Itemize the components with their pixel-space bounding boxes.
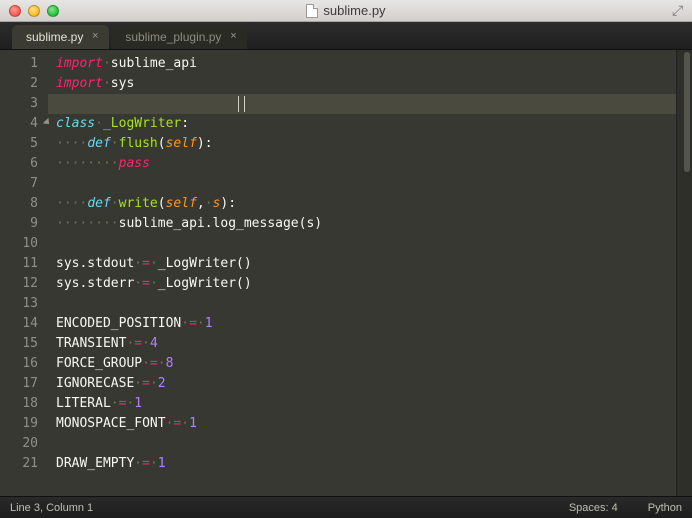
- code-line[interactable]: ········sublime_api.log_message(s): [48, 214, 676, 234]
- line-number[interactable]: 19: [0, 414, 48, 434]
- line-number[interactable]: 1: [0, 54, 48, 74]
- line-number[interactable]: 10: [0, 234, 48, 254]
- status-bar: Line 3, Column 1 Spaces: 4 Python: [0, 496, 692, 518]
- line-number[interactable]: 6: [0, 154, 48, 174]
- code-line[interactable]: MONOSPACE_FONT·=·1: [48, 414, 676, 434]
- titlebar[interactable]: sublime.py ⤢: [0, 0, 692, 22]
- code-line[interactable]: [48, 294, 676, 314]
- text-cursor: [238, 96, 245, 112]
- zoom-icon[interactable]: [47, 5, 59, 17]
- line-number[interactable]: 11: [0, 254, 48, 274]
- code-line[interactable]: ENCODED_POSITION·=·1: [48, 314, 676, 334]
- code-line[interactable]: ····def·flush(self):: [48, 134, 676, 154]
- line-number[interactable]: 2: [0, 74, 48, 94]
- code-line[interactable]: sys.stdout·=·_LogWriter(): [48, 254, 676, 274]
- tab-bar: sublime.py × sublime_plugin.py ×: [0, 22, 692, 50]
- code-line[interactable]: FORCE_GROUP·=·8: [48, 354, 676, 374]
- code-line[interactable]: [48, 234, 676, 254]
- code-line[interactable]: ····def·write(self,·s):: [48, 194, 676, 214]
- line-number[interactable]: 3: [0, 94, 48, 114]
- line-number[interactable]: 14: [0, 314, 48, 334]
- line-number[interactable]: 13: [0, 294, 48, 314]
- line-number[interactable]: 21: [0, 454, 48, 474]
- scrollbar-thumb[interactable]: [684, 52, 690, 172]
- code-line[interactable]: DRAW_EMPTY·=·1: [48, 454, 676, 474]
- line-number[interactable]: 16: [0, 354, 48, 374]
- code-line[interactable]: [48, 94, 676, 114]
- line-number[interactable]: 8: [0, 194, 48, 214]
- fullscreen-icon[interactable]: ⤢: [672, 4, 686, 18]
- line-number[interactable]: 7: [0, 174, 48, 194]
- code-line[interactable]: TRANSIENT·=·4: [48, 334, 676, 354]
- code-line[interactable]: class·_LogWriter:: [48, 114, 676, 134]
- code-line[interactable]: import·sys: [48, 74, 676, 94]
- status-indent[interactable]: Spaces: 4: [569, 502, 618, 514]
- line-number[interactable]: 12: [0, 274, 48, 294]
- code-line[interactable]: [48, 174, 676, 194]
- app-window: sublime.py ⤢ sublime.py × sublime_plugin…: [0, 0, 692, 518]
- code-line[interactable]: IGNORECASE·=·2: [48, 374, 676, 394]
- code-line[interactable]: ········pass: [48, 154, 676, 174]
- code-line[interactable]: LITERAL·=·1: [48, 394, 676, 414]
- line-number[interactable]: 5: [0, 134, 48, 154]
- tab-sublime-plugin-py[interactable]: sublime_plugin.py ×: [111, 25, 247, 49]
- line-number[interactable]: 4: [0, 114, 48, 134]
- line-number-gutter[interactable]: 123456789101112131415161718192021: [0, 50, 48, 496]
- traffic-lights: [0, 5, 59, 17]
- line-number[interactable]: 20: [0, 434, 48, 454]
- minimize-icon[interactable]: [28, 5, 40, 17]
- editor-area: 123456789101112131415161718192021 import…: [0, 50, 692, 496]
- line-number[interactable]: 15: [0, 334, 48, 354]
- tab-sublime-py[interactable]: sublime.py ×: [12, 25, 109, 49]
- close-icon[interactable]: ×: [227, 30, 239, 42]
- document-icon: [306, 4, 318, 18]
- line-number[interactable]: 17: [0, 374, 48, 394]
- close-icon[interactable]: [9, 5, 21, 17]
- code-line[interactable]: [48, 434, 676, 454]
- window-title: sublime.py: [0, 3, 692, 18]
- code-line[interactable]: import·sublime_api: [48, 54, 676, 74]
- scrollbar[interactable]: [676, 50, 692, 496]
- status-language[interactable]: Python: [648, 502, 682, 514]
- window-title-text: sublime.py: [323, 3, 385, 18]
- code-line[interactable]: sys.stderr·=·_LogWriter(): [48, 274, 676, 294]
- close-icon[interactable]: ×: [89, 30, 101, 42]
- line-number[interactable]: 18: [0, 394, 48, 414]
- line-number[interactable]: 9: [0, 214, 48, 234]
- tab-label: sublime_plugin.py: [125, 30, 221, 44]
- tab-label: sublime.py: [26, 30, 83, 44]
- status-position[interactable]: Line 3, Column 1: [10, 502, 93, 514]
- code-editor[interactable]: import·sublime_apiimport·sys class·_LogWr…: [48, 50, 676, 496]
